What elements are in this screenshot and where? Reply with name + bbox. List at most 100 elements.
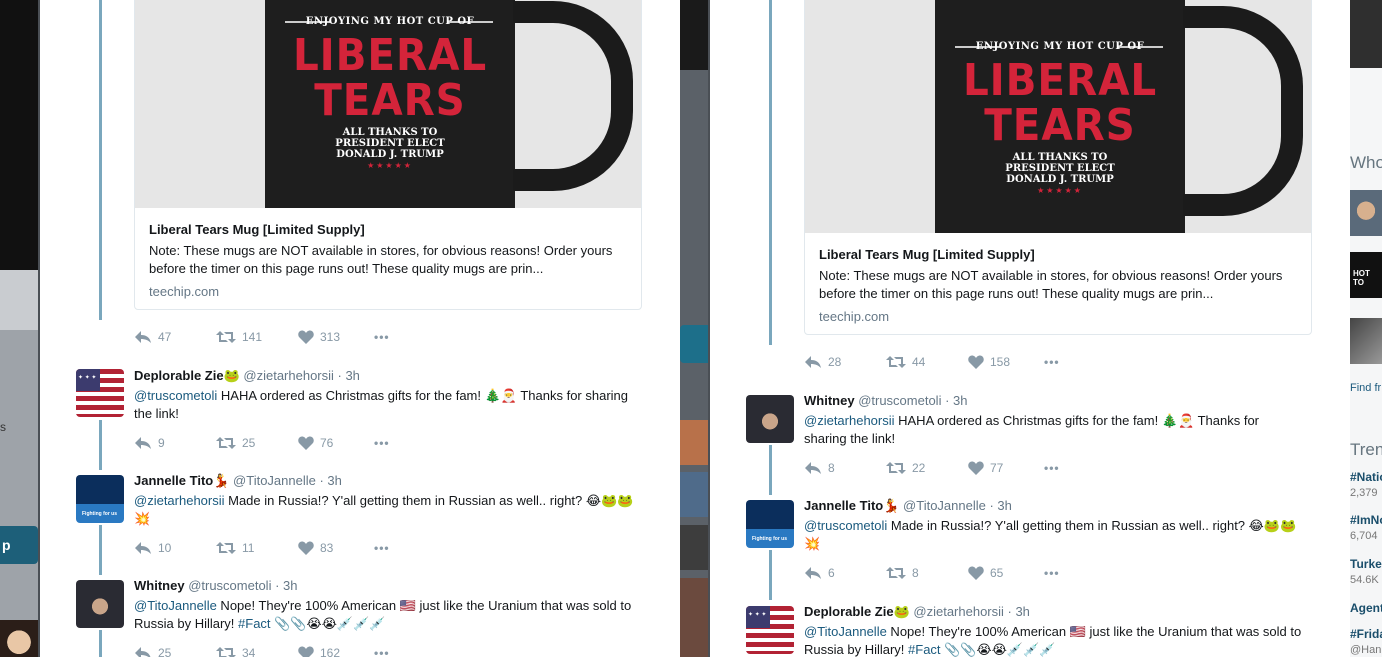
more-icon: ••• [1044,461,1060,475]
like-button[interactable]: 162 [298,646,340,657]
retweet-count: 22 [912,461,926,475]
avatar[interactable]: Fighting for us [76,475,124,523]
mention-link[interactable]: @zietarhehorsii [804,413,895,428]
tweet-body-tail: 📎📎😭😭💉💉💉 [270,616,386,631]
reply-button[interactable]: 25 [134,646,171,657]
heart-icon [298,646,314,657]
like-button[interactable]: 158 [968,355,1010,369]
tweet-author-handle[interactable]: @truscometoli · 3h [188,578,297,593]
reply-count: 6 [828,566,835,580]
tweet-author-name[interactable]: Whitney [134,578,185,593]
hashtag-link[interactable]: #Fact [238,616,271,631]
trend-item[interactable]: Turke [1350,557,1382,571]
background-button-teal[interactable] [680,325,708,363]
tweet-author-handle[interactable]: @TitoJannelle · 3h [233,473,342,488]
avatar[interactable]: Fighting for us [746,500,794,548]
mention-link[interactable]: @truscometoli [804,518,887,533]
mention-link[interactable]: @zietarhehorsii [134,493,225,508]
retweet-button[interactable]: 25 [216,436,255,450]
tweet-actions: 25 34 162 ••• [134,646,434,657]
reply-button[interactable]: 8 [804,461,835,475]
tweet-header: Deplorable Zie🐸 @zietarhehorsii · 3h [804,604,1030,620]
trend-item[interactable]: #ImNo [1350,513,1382,527]
tweet-author-name[interactable]: Jannelle Tito💃 [804,498,899,513]
more-icon: ••• [1044,566,1060,580]
background-button[interactable]: p [0,526,38,564]
like-button[interactable]: 76 [298,436,333,450]
more-button[interactable]: ••• [374,646,390,657]
trend-item[interactable]: #Natio [1350,470,1382,484]
tweet-author-name[interactable]: Deplorable Zie🐸 [134,368,240,383]
suggested-avatar[interactable] [1350,318,1382,364]
card-tweet-actions: 28 44 158 ••• [804,355,1104,373]
more-button[interactable]: ••• [374,330,390,344]
tweet-author-handle[interactable]: @zietarhehorsii · 3h [243,368,360,383]
avatar[interactable] [746,606,794,654]
suggested-avatar[interactable]: HOT TO [1350,252,1382,298]
avatar[interactable] [76,369,124,417]
mug-bottom-text: DONALD J. TRUMP [336,149,444,160]
link-card[interactable]: ENJOYING MY HOT CUP OF LIBERAL TEARS ALL… [804,0,1312,335]
heart-icon [968,355,984,369]
retweet-icon [216,647,236,657]
avatar[interactable] [76,580,124,628]
reply-button[interactable]: 6 [804,566,835,580]
mug-handle [513,1,633,191]
reply-button[interactable]: 47 [134,330,171,344]
tweet-author-handle[interactable]: @TitoJannelle · 3h [903,498,1012,513]
like-count: 83 [320,541,334,555]
reply-button[interactable]: 28 [804,355,841,369]
heart-icon [968,566,984,580]
tweet-author-name[interactable]: Whitney [804,393,855,408]
tweet[interactable]: Fighting for us Jannelle Tito💃 @TitoJann… [710,498,1350,598]
find-friends-link[interactable]: Find fr [1350,382,1381,394]
retweet-button[interactable]: 44 [886,355,925,369]
trend-count: @Han [1350,644,1382,656]
link-card[interactable]: ENJOYING MY HOT CUP OF LIBERAL TEARS ALL… [134,0,642,310]
retweet-button[interactable]: 11 [216,541,254,555]
background-middle-strip [680,0,708,657]
tweet-author-handle[interactable]: @zietarhehorsii · 3h [913,604,1030,619]
mention-link[interactable]: @TitoJannelle [134,598,217,613]
more-button[interactable]: ••• [1044,355,1060,369]
tweet-header: Whitney @truscometoli · 3h [804,393,967,408]
like-button[interactable]: 65 [968,566,1003,580]
more-button[interactable]: ••• [1044,461,1060,475]
avatar[interactable] [746,395,794,443]
tweet-author-name[interactable]: Deplorable Zie🐸 [804,604,910,619]
suggested-avatar[interactable] [1350,190,1382,236]
tweet-text: @TitoJannelle Nope! They're 100% America… [804,623,1304,657]
like-button[interactable]: 313 [298,330,340,344]
tweet-actions: 10 11 83 ••• [134,541,434,559]
more-icon: ••• [374,330,390,344]
like-count: 162 [320,646,341,657]
retweet-button[interactable]: 34 [216,646,255,657]
more-icon: ••• [1044,355,1060,369]
more-button[interactable]: ••• [1044,566,1060,580]
tweet[interactable]: Deplorable Zie🐸 @zietarhehorsii · 3h @tr… [40,368,680,468]
reply-button[interactable]: 10 [134,541,171,555]
retweet-button[interactable]: 141 [216,330,262,344]
tweet[interactable]: Whitney @truscometoli · 3h @zietarhehors… [710,393,1350,493]
retweet-icon [216,437,236,449]
retweet-icon [886,567,906,579]
tweet[interactable]: Fighting for us Jannelle Tito💃 @TitoJann… [40,473,680,573]
trend-item[interactable]: Agent [1350,601,1382,615]
mention-link[interactable]: @TitoJannelle [804,624,887,639]
thread-line [769,0,772,345]
tweet[interactable]: Deplorable Zie🐸 @zietarhehorsii · 3h @Ti… [710,604,1350,657]
tweet-author-handle[interactable]: @truscometoli · 3h [858,393,967,408]
like-button[interactable]: 83 [298,541,333,555]
mention-link[interactable]: @truscometoli [134,388,217,403]
retweet-button[interactable]: 8 [886,566,919,580]
more-button[interactable]: ••• [374,436,390,450]
tweet[interactable]: Whitney @truscometoli · 3h @TitoJannelle… [40,578,680,657]
tweet-author-name[interactable]: Jannelle Tito💃 [134,473,229,488]
retweet-button[interactable]: 22 [886,461,925,475]
tweet-text: @zietarhehorsii HAHA ordered as Christma… [804,412,1304,448]
more-button[interactable]: ••• [374,541,390,555]
like-button[interactable]: 77 [968,461,1003,475]
hashtag-link[interactable]: #Fact [908,642,941,657]
trend-item[interactable]: #Frida [1350,627,1382,641]
reply-button[interactable]: 9 [134,436,165,450]
